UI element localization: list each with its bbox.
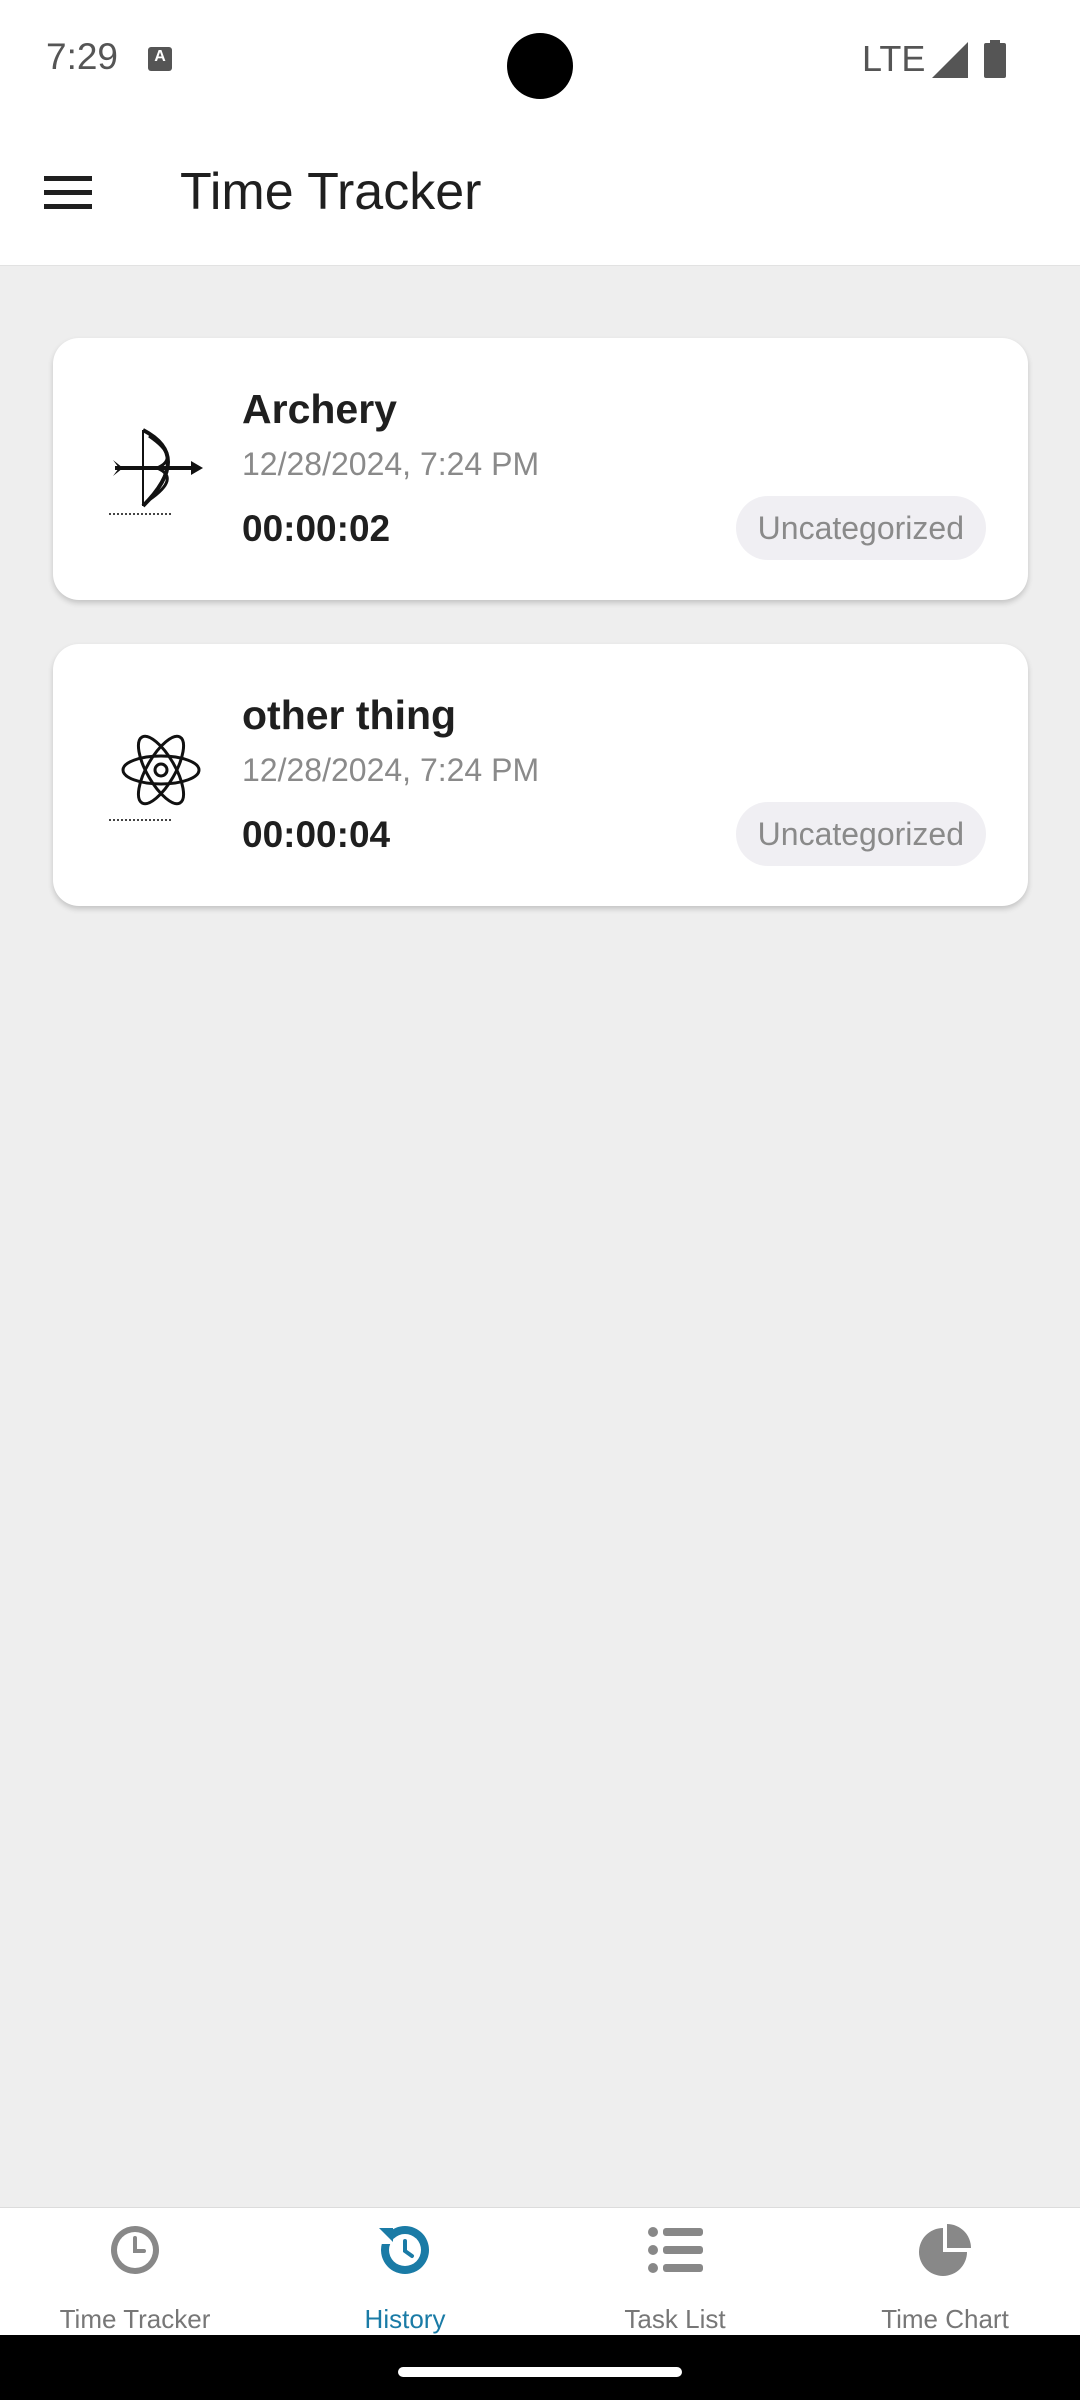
history-entry-card[interactable]: Archery 12/28/2024, 7:24 PM 00:00:02 Unc… <box>53 338 1028 600</box>
category-badge[interactable]: Uncategorized <box>735 802 986 866</box>
history-entry-card[interactable]: other thing 12/28/2024, 7:24 PM 00:00:04… <box>53 644 1028 906</box>
list-icon <box>648 2227 703 2273</box>
nav-item-time-chart[interactable]: Time Chart <box>810 2208 1080 2336</box>
nav-item-task-list[interactable]: Task List <box>540 2208 810 2336</box>
status-time: 7:29 <box>46 36 119 77</box>
signal-icon <box>932 42 968 78</box>
entry-duration: 00:00:02 <box>242 508 391 549</box>
hamburger-menu-icon <box>44 176 92 209</box>
gesture-bar <box>0 2335 1080 2400</box>
atom-icon <box>109 734 201 821</box>
bow-and-arrow-icon <box>109 428 203 515</box>
entry-name: other thing <box>242 692 457 738</box>
clock-icon <box>111 2226 159 2274</box>
bottom-navigation: Time Tracker History Task List Time Char… <box>0 2207 1080 2336</box>
pie-chart-icon <box>919 2224 971 2276</box>
entry-name: Archery <box>242 386 397 432</box>
nav-label: History <box>364 2304 446 2334</box>
entry-date: 12/28/2024, 7:24 PM <box>242 446 540 482</box>
history-icon <box>377 2226 429 2274</box>
menu-button[interactable] <box>36 160 100 224</box>
app-bar: Time Tracker <box>0 120 1080 266</box>
keyboard-notification-icon: A <box>148 47 172 71</box>
status-bar: 7:29 A LTE <box>0 0 1080 120</box>
camera-cutout <box>507 33 573 99</box>
battery-icon <box>984 40 1006 78</box>
home-gesture-handle[interactable] <box>398 2367 682 2377</box>
entry-date: 12/28/2024, 7:24 PM <box>242 752 540 788</box>
page-title: Time Tracker <box>180 163 482 221</box>
nav-label: Task List <box>624 2304 726 2334</box>
network-type: LTE <box>862 38 926 79</box>
category-badge[interactable]: Uncategorized <box>735 496 986 560</box>
nav-item-time-tracker[interactable]: Time Tracker <box>0 2208 270 2336</box>
entry-duration: 00:00:04 <box>242 814 391 855</box>
nav-item-history[interactable]: History <box>270 2208 540 2336</box>
nav-label: Time Chart <box>881 2304 1009 2334</box>
nav-label: Time Tracker <box>59 2304 211 2334</box>
